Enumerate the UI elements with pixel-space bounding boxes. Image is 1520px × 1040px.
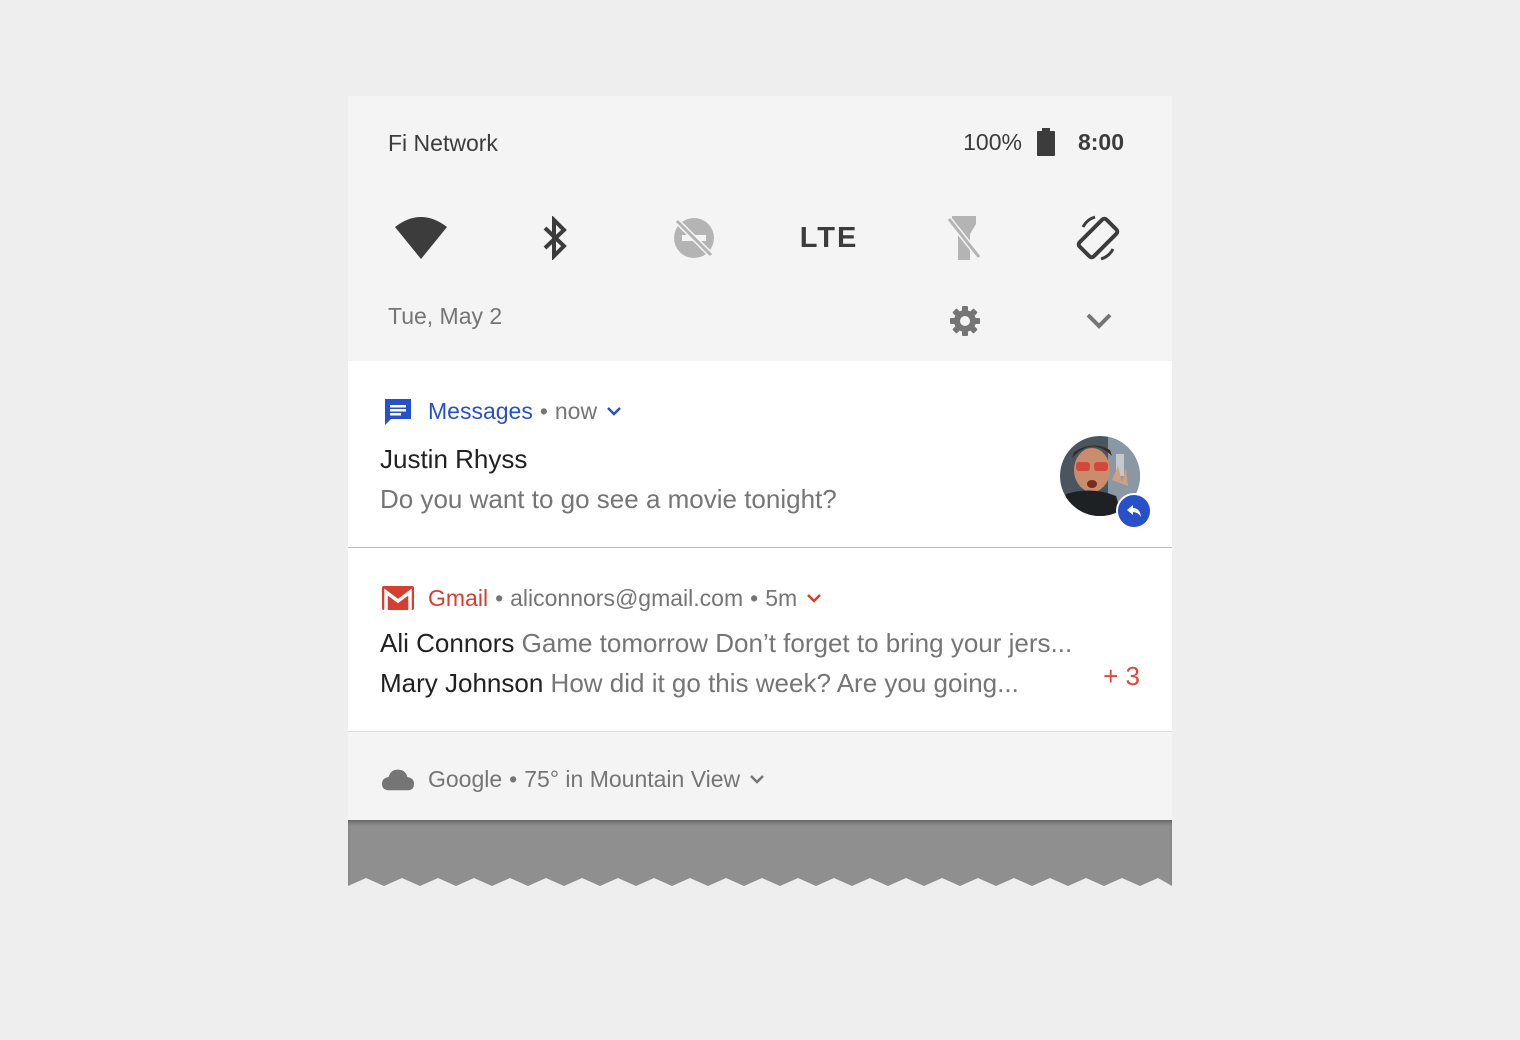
- battery-percent: 100%: [963, 128, 1022, 155]
- messages-icon: [382, 395, 414, 427]
- separator: •: [539, 397, 548, 424]
- notification-header: Google • 75° in Mountain View: [382, 763, 768, 795]
- chevron-down-icon[interactable]: [803, 587, 825, 609]
- separator: •: [495, 584, 504, 611]
- lte-tile[interactable]: LTE: [796, 208, 862, 268]
- app-name: Messages: [428, 397, 533, 424]
- notification-title: Justin Rhyss: [380, 444, 528, 474]
- chevron-down-icon[interactable]: [746, 768, 768, 790]
- gmail-icon: [382, 582, 414, 614]
- gmail-notification[interactable]: Gmail • aliconnors@gmail.com • 5m Ali Co…: [348, 547, 1172, 731]
- reply-icon[interactable]: [1116, 493, 1152, 529]
- clock: 8:00: [1077, 128, 1124, 155]
- notification-header: Messages • now: [382, 395, 625, 427]
- carrier-name: Fi Network: [388, 130, 498, 156]
- app-name: Google: [428, 765, 503, 792]
- chevron-down-icon[interactable]: [603, 400, 625, 422]
- do-not-disturb-off-icon[interactable]: [664, 208, 724, 268]
- email-sender: Ali Connors: [380, 628, 515, 658]
- flashlight-off-icon[interactable]: [934, 208, 994, 268]
- cloud-icon: [382, 763, 414, 795]
- email-row[interactable]: Ali Connors Game tomorrow Don’t forget t…: [380, 628, 1072, 659]
- gear-icon[interactable]: [945, 301, 985, 341]
- notification-shade: Fi Network 100% 8:00 LTE Tue, May 2 Mess…: [348, 96, 1172, 896]
- messages-notification[interactable]: Messages • now Justin Rhyss Do you want …: [348, 361, 1172, 547]
- battery-icon: [1036, 128, 1056, 156]
- email-snippet: Game tomorrow Don’t forget to bring your…: [521, 628, 1073, 658]
- chevron-down-icon[interactable]: [1079, 301, 1119, 341]
- email-row[interactable]: Mary Johnson How did it go this week? Ar…: [380, 668, 1019, 699]
- email-snippet: How did it go this week? Are you going..…: [550, 668, 1019, 698]
- account-email: aliconnors@gmail.com: [510, 584, 744, 611]
- more-count-badge: + 3: [1103, 661, 1140, 691]
- separator: •: [509, 765, 518, 792]
- auto-rotate-icon[interactable]: [1068, 208, 1128, 268]
- quick-settings-panel: Fi Network 100% 8:00 LTE Tue, May 2: [348, 96, 1172, 361]
- background-app-content: [348, 820, 1172, 896]
- status-cluster: 100% 8:00: [963, 128, 1124, 156]
- notification-text: Do you want to go see a movie tonight?: [380, 484, 837, 514]
- date-label: Tue, May 2: [388, 303, 503, 329]
- wifi-icon[interactable]: [391, 208, 451, 268]
- weather-notification[interactable]: Google • 75° in Mountain View: [348, 731, 1172, 820]
- notification-time: now: [554, 397, 598, 424]
- app-name: Gmail: [428, 584, 489, 611]
- notification-header: Gmail • aliconnors@gmail.com • 5m: [382, 582, 825, 614]
- notification-time: 5m: [765, 584, 798, 611]
- weather-summary: 75° in Mountain View: [524, 765, 741, 792]
- bluetooth-icon[interactable]: [525, 208, 585, 268]
- separator: •: [750, 584, 759, 611]
- lte-label: LTE: [799, 221, 859, 254]
- email-sender: Mary Johnson: [380, 668, 544, 698]
- torn-edge: [348, 878, 1172, 896]
